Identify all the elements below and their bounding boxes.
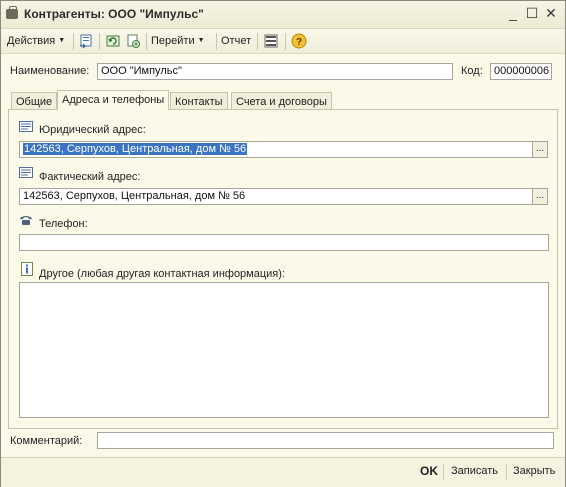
address-card-icon bbox=[19, 167, 33, 178]
toolbar-separator bbox=[285, 33, 286, 50]
legal-address-input[interactable]: 142563, Серпухов, Центральная, дом № 56 bbox=[19, 141, 533, 158]
addresses-tab-panel: Юридический адрес: 142563, Серпухов, Цен… bbox=[8, 109, 558, 429]
window-title: Контрагенты: ООО "Импульс" bbox=[24, 7, 204, 21]
copy-document-icon[interactable] bbox=[125, 33, 141, 49]
other-info-textarea[interactable] bbox=[19, 282, 549, 418]
chevron-down-icon: ▼ bbox=[58, 37, 66, 45]
goto-menu-label: Перейти bbox=[151, 35, 195, 47]
actual-address-select-button[interactable]: ... bbox=[532, 188, 548, 205]
tab-contacts[interactable]: Контакты bbox=[170, 92, 228, 110]
comment-label: Комментарий: bbox=[10, 435, 83, 447]
close-button[interactable]: Закрыть bbox=[513, 465, 555, 477]
maximize-button[interactable]: ☐ bbox=[523, 4, 541, 22]
toolbar-separator bbox=[146, 33, 147, 50]
toolbar-separator bbox=[73, 33, 74, 50]
report-button[interactable]: Отчет bbox=[221, 33, 251, 49]
form-footer: OK Записать Закрыть bbox=[1, 457, 565, 487]
tab-general[interactable]: Общие bbox=[11, 92, 58, 110]
save-close-icon[interactable] bbox=[78, 33, 94, 49]
toolbar: Действия ▼ Перейти ▼ Отчет ? bbox=[1, 29, 565, 54]
toolbar-separator bbox=[216, 33, 217, 50]
actions-menu-label: Действия bbox=[7, 35, 56, 47]
address-card-icon bbox=[19, 121, 33, 132]
code-label: Код: bbox=[461, 65, 483, 77]
actual-address-input[interactable]: 142563, Серпухов, Центральная, дом № 56 bbox=[19, 188, 533, 205]
close-window-button[interactable]: ✕ bbox=[542, 4, 560, 22]
code-input[interactable]: 000000006 bbox=[490, 63, 552, 80]
legal-address-label: Юридический адрес: bbox=[39, 124, 146, 136]
briefcase-icon bbox=[6, 6, 18, 19]
tab-accounts-contracts[interactable]: Счета и договоры bbox=[231, 92, 332, 110]
toolbar-separator bbox=[99, 33, 100, 50]
refresh-icon[interactable] bbox=[105, 33, 121, 49]
phone-input[interactable] bbox=[19, 234, 549, 251]
actions-menu-button[interactable]: Действия ▼ bbox=[7, 33, 65, 49]
minimize-button[interactable]: _ bbox=[504, 4, 522, 22]
comment-input[interactable] bbox=[97, 432, 554, 449]
help-icon[interactable]: ? bbox=[291, 33, 307, 49]
footer-separator bbox=[443, 464, 444, 480]
footer-separator bbox=[506, 464, 507, 480]
save-button[interactable]: Записать bbox=[451, 465, 498, 477]
help-glyph: ? bbox=[296, 37, 302, 48]
chevron-down-icon: ▼ bbox=[197, 37, 205, 45]
name-label: Наименование: bbox=[10, 65, 90, 77]
actual-address-label: Фактический адрес: bbox=[39, 171, 141, 183]
ok-button[interactable]: OK bbox=[420, 464, 438, 478]
other-info-label: Другое (любая другая контактная информац… bbox=[39, 268, 285, 280]
goto-menu-button[interactable]: Перейти ▼ bbox=[151, 33, 205, 49]
phone-label: Телефон: bbox=[39, 218, 88, 230]
form-window: Контрагенты: ООО "Импульс" _ ☐ ✕ Действи… bbox=[0, 0, 566, 487]
info-document-icon bbox=[21, 262, 33, 276]
phone-icon bbox=[20, 216, 32, 225]
structure-list-icon[interactable] bbox=[263, 33, 279, 49]
name-input[interactable]: ООО "Импульс" bbox=[97, 63, 453, 80]
title-bar: Контрагенты: ООО "Импульс" _ ☐ ✕ bbox=[1, 1, 565, 29]
toolbar-separator bbox=[257, 33, 258, 50]
legal-address-value: 142563, Серпухов, Центральная, дом № 56 bbox=[23, 143, 248, 155]
legal-address-select-button[interactable]: ... bbox=[532, 141, 548, 158]
tab-addresses-phones[interactable]: Адреса и телефоны bbox=[57, 90, 170, 110]
